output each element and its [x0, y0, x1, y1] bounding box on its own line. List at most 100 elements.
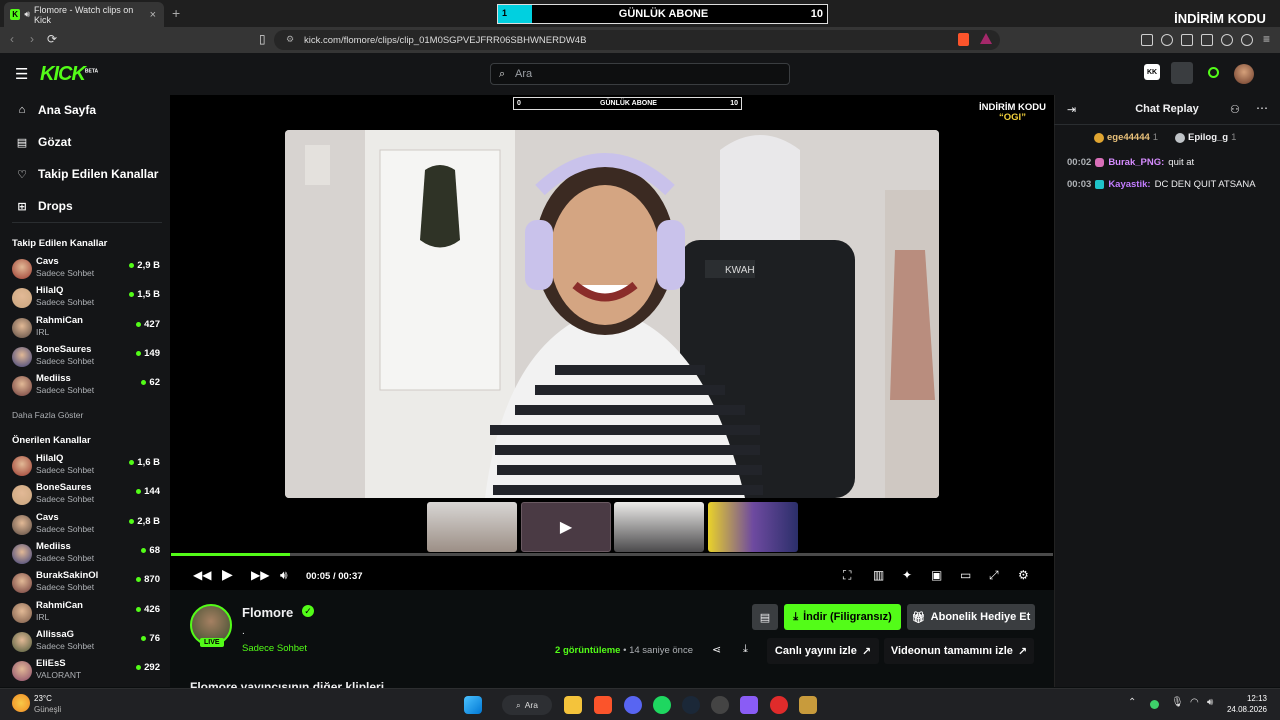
- chat-message-text: DC DEN QUIT ATSANA: [1154, 179, 1256, 190]
- wifi-icon[interactable]: ◠: [1190, 697, 1199, 708]
- theater-icon[interactable]: ▭: [960, 568, 971, 582]
- discord-icon[interactable]: [624, 696, 642, 714]
- nav-browse[interactable]: ▤ Gözat: [16, 135, 72, 149]
- clip-thumbnail[interactable]: ▶︎: [521, 502, 611, 552]
- clip-menu-button[interactable]: ▤: [752, 604, 778, 630]
- file-explorer-icon[interactable]: [564, 696, 582, 714]
- speaker-tray-icon[interactable]: 🔊︎: [1207, 697, 1213, 708]
- dashboard-icon[interactable]: [1171, 62, 1193, 84]
- clip-thumbnail[interactable]: [427, 502, 517, 552]
- chat-message-user[interactable]: Kayastik:: [1108, 179, 1150, 190]
- weather-widget[interactable]: 23°C Güneşli: [34, 693, 61, 715]
- channel-row[interactable]: HilalQ Sadece Sohbet 1,5 B: [12, 285, 160, 313]
- stats-icon[interactable]: ▥: [873, 568, 884, 582]
- user-avatar[interactable]: [1234, 64, 1254, 84]
- crop-icon[interactable]: ⛶: [843, 568, 851, 583]
- app-icon[interactable]: [711, 696, 729, 714]
- stream-sub-bar: 0 GÜNLÜK ABONE 10: [513, 97, 742, 110]
- channel-name: BoneSaures: [36, 482, 92, 494]
- channel-name: BoneSaures: [36, 343, 92, 355]
- channel-row[interactable]: BoneSaures Sadece Sohbet 144: [12, 482, 160, 510]
- settings-icon[interactable]: ⚙: [1018, 568, 1029, 582]
- brave-rewards-icon[interactable]: [980, 33, 992, 44]
- nav-drops[interactable]: ⊞ Drops: [16, 199, 72, 213]
- spotify-icon[interactable]: [653, 696, 671, 714]
- close-tab-icon[interactable]: ×: [150, 9, 156, 21]
- show-more-link[interactable]: Daha Fazla Göster: [12, 410, 83, 420]
- watch-full-button[interactable]: Videonun tamamını izle ↗: [884, 638, 1034, 664]
- brave-shield-icon[interactable]: [958, 33, 969, 46]
- clock[interactable]: 12:13 24.08.2026: [1225, 693, 1267, 715]
- browser-menu-icon[interactable]: ≡: [1263, 32, 1270, 46]
- more-options-icon[interactable]: ⋯: [1256, 101, 1268, 115]
- channel-row[interactable]: BurakSakinOl Sadece Sohbet 870: [12, 570, 160, 598]
- hamburger-menu-icon[interactable]: ☰: [15, 65, 28, 83]
- microphone-icon[interactable]: 🎙︎: [1171, 697, 1184, 708]
- rewind-icon[interactable]: ◀◀: [193, 568, 211, 582]
- clip-category[interactable]: Sadece Sohbet: [242, 643, 307, 654]
- forward-icon[interactable]: ›: [30, 32, 34, 46]
- clip-thumbnail[interactable]: [614, 502, 704, 552]
- media-icon[interactable]: [1161, 34, 1173, 46]
- vpn-icon[interactable]: [1221, 34, 1233, 46]
- channel-row[interactable]: Cavs Sadece Sohbet 2,8 B: [12, 512, 160, 540]
- reload-icon[interactable]: ⟳: [47, 32, 57, 46]
- daily-sub-bar: 1 GÜNLÜK ABONE 10: [497, 4, 828, 24]
- profile-browser-icon[interactable]: [1241, 34, 1253, 46]
- site-info-icon[interactable]: ⚙: [286, 34, 294, 45]
- download-button[interactable]: ⤓ İndir (Filigransız): [784, 604, 901, 630]
- search-input[interactable]: ⌕ Ara: [490, 63, 790, 85]
- sidebar-toggle-icon[interactable]: [1181, 34, 1193, 46]
- league-icon[interactable]: [799, 696, 817, 714]
- tray-chevron-icon[interactable]: ⌃: [1128, 697, 1136, 708]
- chat-message-time: 00:02: [1067, 157, 1092, 168]
- fullscreen-icon[interactable]: ⤢: [989, 568, 999, 583]
- save-icon[interactable]: ⤓: [743, 643, 748, 656]
- extensions-icon[interactable]: [1141, 34, 1153, 46]
- brave-browser-icon[interactable]: [594, 696, 612, 714]
- app-icon[interactable]: [770, 696, 788, 714]
- channel-row[interactable]: EliEsS VALORANT 292: [12, 658, 160, 686]
- top-user-2[interactable]: Epilog_g 1: [1175, 132, 1236, 143]
- obs-icon[interactable]: [740, 696, 758, 714]
- clip-thumbnail[interactable]: [708, 502, 798, 552]
- weather-icon[interactable]: [12, 694, 30, 712]
- share-icon[interactable]: ⋖: [712, 643, 721, 656]
- gift-sub-button[interactable]: 🎁︎ Abonelik Hediye Et: [907, 604, 1035, 630]
- watch-live-button[interactable]: Canlı yayını izle ↗: [767, 638, 879, 664]
- kick-badge-icon[interactable]: KK: [1144, 64, 1160, 80]
- tray-app-icon[interactable]: [1150, 700, 1159, 709]
- back-icon[interactable]: ‹: [10, 32, 14, 46]
- user-settings-icon[interactable]: ⚇: [1230, 103, 1240, 116]
- channel-name: Mediiss: [36, 540, 71, 552]
- channel-row[interactable]: BoneSaures Sadece Sohbet 149: [12, 344, 160, 372]
- browser-tab[interactable]: K 🔊︎ Flomore - Watch clips on Kick ×: [4, 2, 164, 27]
- play-icon[interactable]: ▶: [222, 566, 233, 583]
- taskbar-search[interactable]: ⌕ Ara: [502, 695, 552, 715]
- channel-row[interactable]: Cavs Sadece Sohbet 2,9 B: [12, 256, 160, 284]
- kick-logo[interactable]: KICKBETA: [40, 63, 98, 86]
- wallet-icon[interactable]: [1201, 34, 1213, 46]
- channel-row[interactable]: Mediiss Sadece Sohbet 68: [12, 541, 160, 569]
- channel-name[interactable]: Flomore: [242, 605, 293, 620]
- volume-icon[interactable]: 🔊︎: [280, 568, 288, 583]
- new-tab-icon[interactable]: +: [172, 5, 180, 21]
- bookmark-icon[interactable]: ▯: [259, 32, 266, 46]
- kick-coin-icon[interactable]: [1208, 67, 1219, 78]
- steam-icon[interactable]: [682, 696, 700, 714]
- chat-message-user[interactable]: Burak_PNG:: [1108, 157, 1164, 168]
- windows-start-icon[interactable]: [464, 696, 482, 714]
- pip-icon[interactable]: ▣: [931, 568, 942, 582]
- channel-row[interactable]: AllissaG Sadece Sohbet 76: [12, 629, 160, 657]
- top-user-1[interactable]: ege44444 1: [1094, 132, 1158, 143]
- channel-row[interactable]: RahmiCan IRL 427: [12, 315, 160, 343]
- fast-forward-icon[interactable]: ▶▶: [251, 568, 269, 582]
- channel-row[interactable]: Mediiss Sadece Sohbet 62: [12, 373, 160, 401]
- nav-home[interactable]: ⌂ Ana Sayfa: [16, 103, 96, 117]
- sparkle-icon[interactable]: ✦: [902, 568, 912, 582]
- nav-following[interactable]: ♡ Takip Edilen Kanallar: [16, 167, 158, 181]
- url-input[interactable]: ⚙ kick.com/flomore/clips/clip_01M0SGPVEJ…: [274, 30, 1000, 50]
- channel-row[interactable]: HilalQ Sadece Sohbet 1,6 B: [12, 453, 160, 481]
- progress-bar[interactable]: [171, 553, 1053, 556]
- channel-row[interactable]: RahmiCan IRL 426: [12, 600, 160, 628]
